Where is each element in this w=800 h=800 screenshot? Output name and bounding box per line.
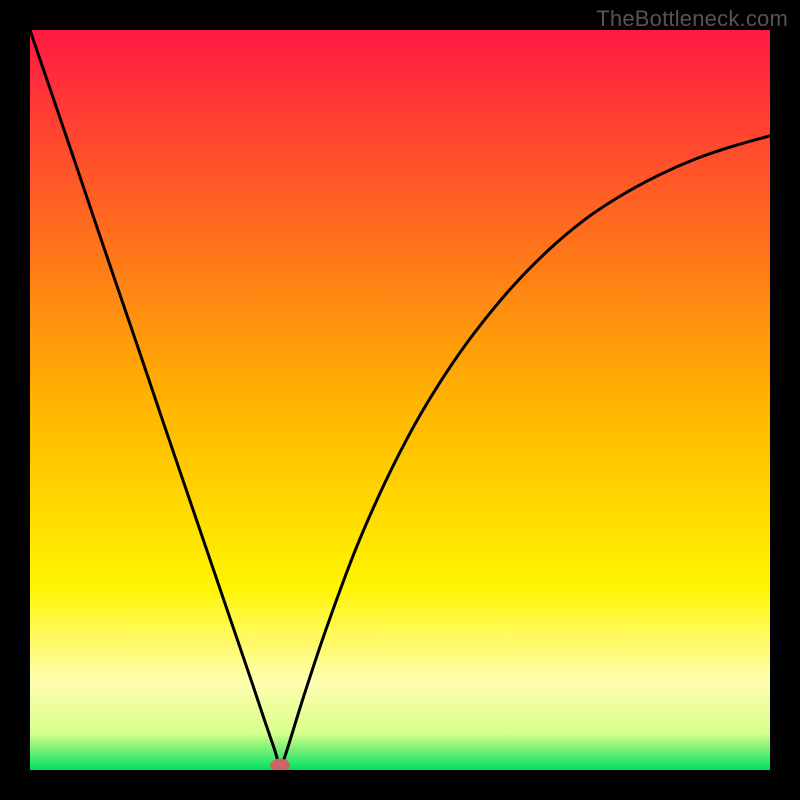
plot-area: [30, 30, 770, 770]
chart-frame: TheBottleneck.com: [0, 0, 800, 800]
chart-svg: [30, 30, 770, 770]
watermark-text: TheBottleneck.com: [596, 6, 788, 32]
chart-background: [30, 30, 770, 770]
